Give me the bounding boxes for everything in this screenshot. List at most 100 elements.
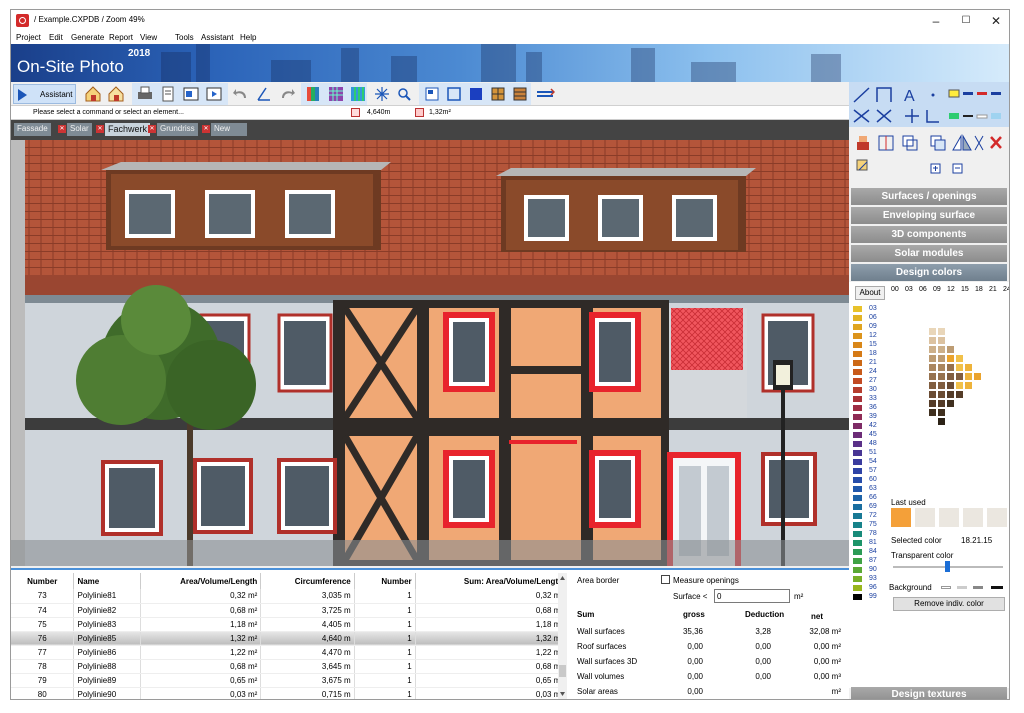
color-family-swatch[interactable] bbox=[853, 441, 862, 447]
last-used-swatch-5[interactable] bbox=[987, 508, 1007, 527]
color-family-swatch[interactable] bbox=[853, 369, 862, 375]
color-family-swatch[interactable] bbox=[853, 558, 862, 564]
color-family-number[interactable]: 99 bbox=[869, 593, 877, 600]
color-family-number[interactable]: 72 bbox=[869, 512, 877, 519]
color-texture-icon[interactable] bbox=[304, 84, 326, 104]
table-row[interactable]: 79 Polylinie89 0,65 m² 3,675 m 1 0,65 m² bbox=[11, 673, 568, 688]
color-shade-cell[interactable] bbox=[947, 373, 954, 380]
color-family-number[interactable]: 09 bbox=[869, 323, 877, 330]
color-family-swatch[interactable] bbox=[853, 333, 862, 339]
last-used-swatch-3[interactable] bbox=[939, 508, 959, 527]
menu-help[interactable]: Help bbox=[240, 33, 256, 42]
table-row[interactable]: 80 Polylinie90 0,03 m² 0,715 m 1 0,03 m² bbox=[11, 687, 568, 699]
color-family-number[interactable]: 51 bbox=[869, 449, 877, 456]
color-family-number[interactable]: 18 bbox=[869, 350, 877, 357]
photo-canvas[interactable] bbox=[11, 140, 849, 566]
redo-icon[interactable] bbox=[277, 84, 299, 104]
background-gray[interactable] bbox=[973, 586, 983, 589]
color-shade-cell[interactable] bbox=[947, 355, 954, 362]
view-image-icon[interactable] bbox=[422, 84, 444, 104]
color-shade-cell[interactable] bbox=[929, 346, 936, 353]
section-3d-components[interactable]: 3D components bbox=[851, 226, 1007, 243]
menu-tools[interactable]: Tools bbox=[175, 33, 194, 42]
color-family-swatch[interactable] bbox=[853, 450, 862, 456]
color-shade-cell[interactable] bbox=[929, 337, 936, 344]
color-shade-cell[interactable] bbox=[947, 391, 954, 398]
color-shade-cell[interactable] bbox=[929, 400, 936, 407]
color-family-number[interactable]: 90 bbox=[869, 566, 877, 573]
color-shade-cell[interactable] bbox=[929, 409, 936, 416]
table-row[interactable]: 74 Polylinie82 0,68 m² 3,725 m 1 0,68 m² bbox=[11, 603, 568, 618]
background-black[interactable] bbox=[991, 586, 1003, 589]
close-icon[interactable]: ✕ bbox=[202, 125, 210, 133]
color-family-number[interactable]: 06 bbox=[869, 314, 877, 321]
tab-grundriss[interactable]: ✕ Grundriss bbox=[148, 123, 198, 136]
color-shade-cell[interactable] bbox=[929, 328, 936, 335]
color-family-swatch[interactable] bbox=[853, 387, 862, 393]
house-save-icon[interactable] bbox=[106, 84, 128, 104]
report-icon[interactable] bbox=[181, 84, 203, 104]
color-shade-cell[interactable] bbox=[947, 400, 954, 407]
color-family-number[interactable]: 87 bbox=[869, 557, 877, 564]
color-family-number[interactable]: 15 bbox=[869, 341, 877, 348]
color-shade-cell[interactable] bbox=[956, 355, 963, 362]
tab-fassade[interactable]: Fassade bbox=[14, 123, 51, 136]
table-row[interactable]: 77 Polylinie86 1,22 m² 4,470 m 1 1,22 m² bbox=[11, 645, 568, 660]
col-count[interactable]: Number bbox=[354, 573, 416, 589]
measure-openings-checkbox[interactable] bbox=[661, 575, 670, 584]
color-shade-cell[interactable] bbox=[965, 373, 972, 380]
color-family-swatch[interactable] bbox=[853, 423, 862, 429]
color-shade-cell[interactable] bbox=[947, 382, 954, 389]
color-shade-cell[interactable] bbox=[956, 364, 963, 371]
color-family-number[interactable]: 48 bbox=[869, 440, 877, 447]
color-shade-cell[interactable] bbox=[938, 364, 945, 371]
view-frame-icon[interactable] bbox=[444, 84, 466, 104]
section-enveloping-surface[interactable]: Enveloping surface bbox=[851, 207, 1007, 224]
close-icon[interactable]: ✕ bbox=[148, 125, 156, 133]
view-brick-icon[interactable] bbox=[510, 84, 532, 104]
table-row[interactable]: 78 Polylinie88 0,68 m² 3,645 m 1 0,68 m² bbox=[11, 659, 568, 674]
menu-assistant[interactable]: Assistant bbox=[201, 33, 233, 42]
color-shade-cell[interactable] bbox=[965, 382, 972, 389]
color-shade-cell[interactable] bbox=[965, 364, 972, 371]
view-wall-icon[interactable] bbox=[488, 84, 510, 104]
color-shade-cell[interactable] bbox=[956, 382, 963, 389]
color-family-swatch[interactable] bbox=[853, 468, 862, 474]
color-family-number[interactable]: 69 bbox=[869, 503, 877, 510]
tab-fachwerk[interactable]: ✕ Fachwerk bbox=[96, 123, 151, 136]
menu-project[interactable]: Project bbox=[16, 33, 41, 42]
color-shade-cell[interactable] bbox=[938, 382, 945, 389]
color-family-swatch[interactable] bbox=[853, 585, 862, 591]
stripe-texture-icon[interactable] bbox=[348, 84, 370, 104]
color-shade-cell[interactable] bbox=[938, 400, 945, 407]
col-name[interactable]: Name bbox=[73, 573, 142, 589]
table-row[interactable]: 75 Polylinie83 1,18 m² 4,405 m 1 1,18 m² bbox=[11, 617, 568, 632]
color-family-number[interactable]: 33 bbox=[869, 395, 877, 402]
color-shade-cell[interactable] bbox=[929, 364, 936, 371]
color-family-number[interactable]: 27 bbox=[869, 377, 877, 384]
color-shade-cell[interactable] bbox=[938, 346, 945, 353]
color-family-swatch[interactable] bbox=[853, 495, 862, 501]
section-design-textures[interactable]: Design textures bbox=[851, 687, 1007, 699]
minimize-button[interactable]: – bbox=[921, 12, 951, 30]
color-shade-cell[interactable] bbox=[929, 382, 936, 389]
color-family-swatch[interactable] bbox=[853, 306, 862, 312]
export-icon[interactable] bbox=[204, 84, 226, 104]
color-family-number[interactable]: 12 bbox=[869, 332, 877, 339]
page-icon[interactable] bbox=[158, 84, 180, 104]
color-family-number[interactable]: 30 bbox=[869, 386, 877, 393]
table-scrollbar[interactable] bbox=[558, 573, 567, 699]
color-family-number[interactable]: 60 bbox=[869, 476, 877, 483]
color-shade-cell[interactable] bbox=[947, 346, 954, 353]
color-shade-cell[interactable] bbox=[929, 391, 936, 398]
color-family-swatch[interactable] bbox=[853, 396, 862, 402]
color-family-swatch[interactable] bbox=[853, 477, 862, 483]
color-family-number[interactable]: 63 bbox=[869, 485, 877, 492]
color-family-swatch[interactable] bbox=[853, 360, 862, 366]
color-family-number[interactable]: 96 bbox=[869, 584, 877, 591]
color-family-number[interactable]: 24 bbox=[869, 368, 877, 375]
col-area[interactable]: Area/Volume/Length bbox=[140, 573, 262, 589]
color-shade-cell[interactable] bbox=[947, 364, 954, 371]
remove-indiv-color-button[interactable]: Remove indiv. color bbox=[893, 597, 1005, 611]
color-family-swatch[interactable] bbox=[853, 414, 862, 420]
